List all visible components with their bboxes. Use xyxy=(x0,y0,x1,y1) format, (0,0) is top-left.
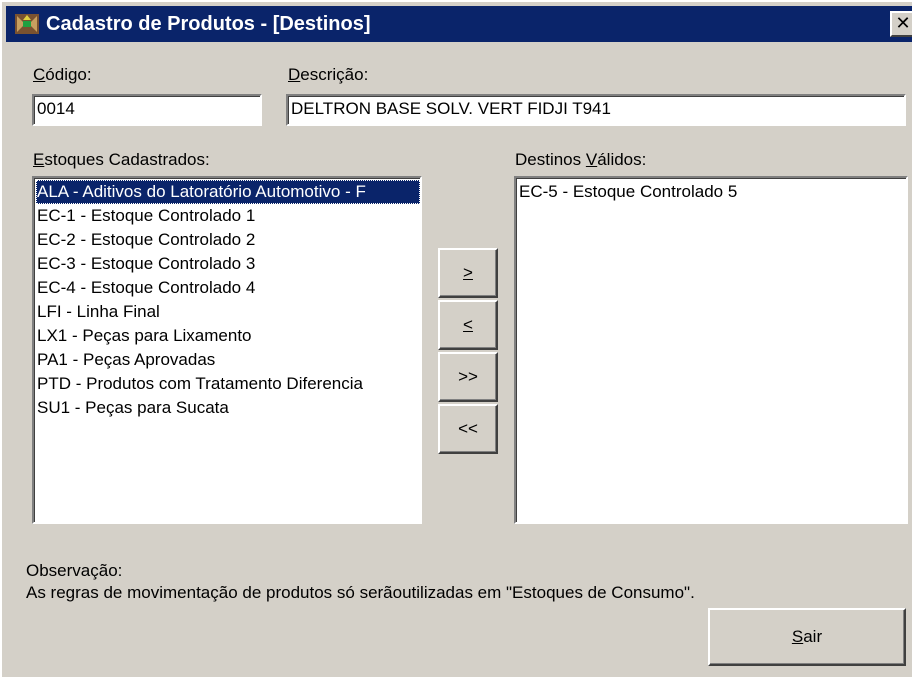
list-item[interactable]: EC-5 - Estoque Controlado 5 xyxy=(518,180,906,204)
list-item[interactable]: ALA - Aditivos do Latoratório Automotivo… xyxy=(36,180,420,204)
remove-one-button[interactable]: < xyxy=(438,300,498,350)
observacao-text: As regras de movimentação de produtos só… xyxy=(26,583,695,602)
dialog-window: Cadastro de Produtos - [Destinos] ✕ Códi… xyxy=(0,0,912,677)
observacao-title: Observação: xyxy=(26,561,123,580)
estoques-label: Estoques Cadastrados: xyxy=(33,150,210,169)
remove-one-label: < xyxy=(463,315,473,334)
list-item[interactable]: EC-2 - Estoque Controlado 2 xyxy=(36,228,420,252)
descricao-field[interactable]: DELTRON BASE SOLV. VERT FIDJI T941 xyxy=(286,94,906,126)
codigo-field[interactable]: 0014 xyxy=(32,94,262,126)
add-all-button[interactable]: >> xyxy=(438,352,498,402)
exit-button[interactable]: Sair xyxy=(708,608,906,666)
add-one-button[interactable]: > xyxy=(438,248,498,298)
destinos-list: EC-5 - Estoque Controlado 5 xyxy=(516,178,906,204)
list-item[interactable]: EC-4 - Estoque Controlado 4 xyxy=(36,276,420,300)
estoques-list: ALA - Aditivos do Latoratório Automotivo… xyxy=(34,178,420,420)
close-button[interactable]: ✕ xyxy=(890,11,912,37)
list-item[interactable]: LX1 - Peças para Lixamento xyxy=(36,324,420,348)
list-item[interactable]: PA1 - Peças Aprovadas xyxy=(36,348,420,372)
app-icon xyxy=(15,14,39,34)
destinos-label: Destinos Válidos: xyxy=(515,150,647,169)
remove-all-button[interactable]: << xyxy=(438,404,498,454)
close-icon: ✕ xyxy=(895,13,911,33)
descricao-label: Descrição: xyxy=(288,65,369,84)
list-item[interactable]: EC-1 - Estoque Controlado 1 xyxy=(36,204,420,228)
codigo-label: Código: xyxy=(33,65,92,84)
window-title: Cadastro de Produtos - [Destinos] xyxy=(46,13,371,35)
list-item[interactable]: PTD - Produtos com Tratamento Diferencia xyxy=(36,372,420,396)
list-item[interactable]: EC-3 - Estoque Controlado 3 xyxy=(36,252,420,276)
list-item[interactable]: SU1 - Peças para Sucata xyxy=(36,396,420,420)
add-all-label: >> xyxy=(458,367,478,386)
remove-all-label: << xyxy=(458,419,478,438)
title-bar[interactable]: Cadastro de Produtos - [Destinos] ✕ xyxy=(6,6,912,42)
observacao-block: Observação: As regras de movimentação de… xyxy=(26,560,706,604)
list-item[interactable]: LFI - Linha Final xyxy=(36,300,420,324)
destinos-listbox[interactable]: EC-5 - Estoque Controlado 5 xyxy=(514,176,908,524)
estoques-listbox[interactable]: ALA - Aditivos do Latoratório Automotivo… xyxy=(32,176,422,524)
add-one-label: > xyxy=(463,263,473,282)
exit-label: Sair xyxy=(791,627,823,646)
